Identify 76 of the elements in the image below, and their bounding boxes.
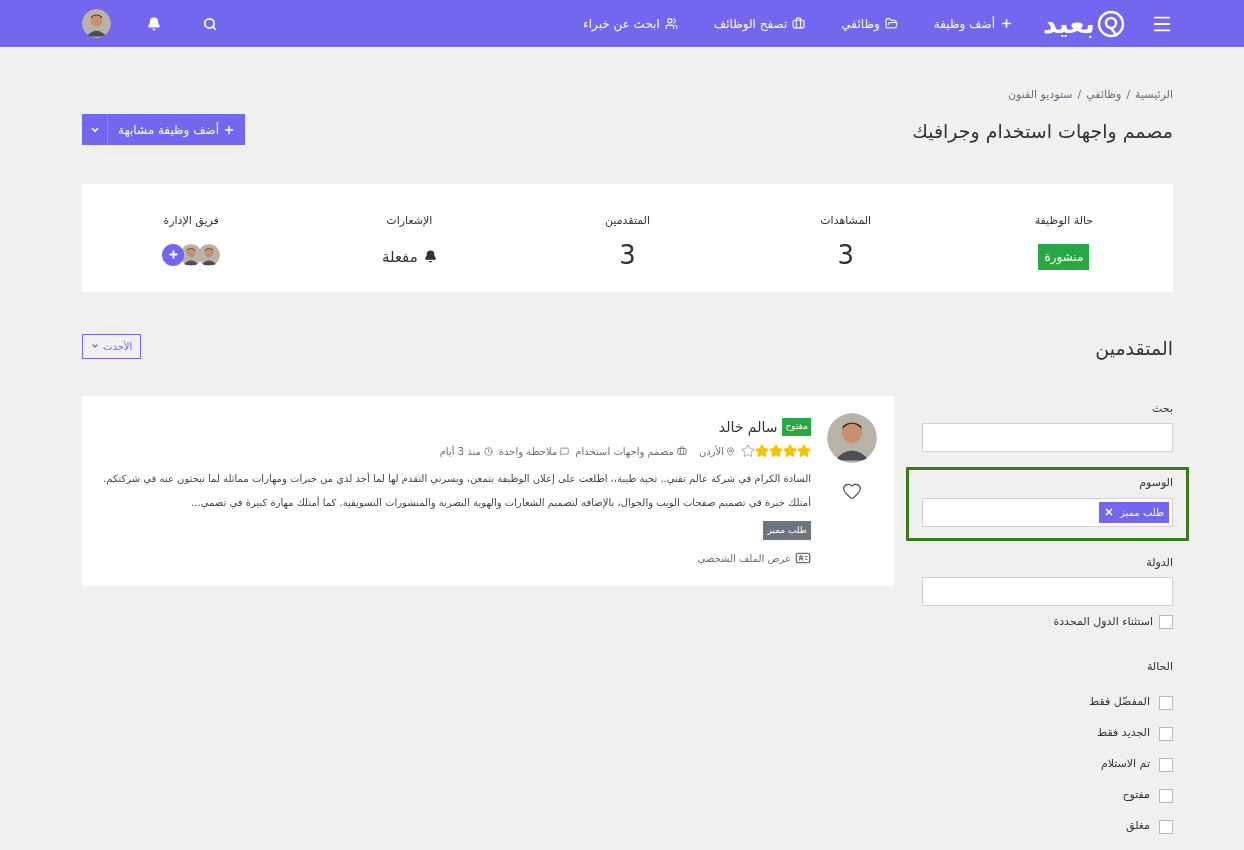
cover-letter: السادة الكرام في شركة عالم تقني.. تحية طيبة،، اطلعت على إعلان الوظيفة بتمعن، ويسرني التقدم لها لما أجد لدي من خبرات ومهارات مماثلة لما تبحثون عنه في شركتكم. أمتلك خبرة في تصميم صفحات الويب والجوال، بالإضافة لتصميم الشعارات والهوية البصرية والمنشورات التسويقية. كما أمتلك مهارة كبيرة في تصمي... [102,471,811,511]
tag-chip: طلب مميز [1099,501,1169,523]
stat-label: المتقدمين [605,213,650,229]
stat-label: الإشعارات [386,213,433,229]
star-icon [769,444,783,458]
stat-label: فريق الإدارة [163,213,219,229]
location-pin-icon [726,446,735,456]
field-label: الوسوم [1138,475,1173,491]
checkbox[interactable] [1159,726,1173,741]
breadcrumb-separator: / [1077,87,1082,103]
logo-text[interactable]: بعيد [1043,10,1095,37]
field-label: بحث [1151,400,1173,417]
stat-value: 3 [837,239,854,270]
star-icon [783,444,797,458]
checkbox-label: مغلق [1126,818,1150,835]
stat-value: 3 [619,239,636,270]
checkbox-label: المفضّل فقط [1089,694,1150,711]
applicant-country: الأردن [698,444,724,459]
nav-link[interactable]: ابحث عن خبراء [583,14,678,33]
avatar [827,412,877,463]
plus-icon [223,123,236,136]
group-heading: الحالة [1145,658,1173,675]
plus-icon [1000,17,1013,30]
stat-label: حالة الوظيفة [1034,213,1094,229]
breadcrumb-link[interactable]: وظائفي [1086,87,1122,104]
sort-button[interactable]: الأحدث [82,333,142,359]
briefcase-icon [676,446,687,456]
search-icon[interactable] [203,16,217,31]
input-field[interactable] [922,577,1173,606]
checkbox-label: الجديد فقط [1097,725,1150,742]
breadcrumb-link[interactable]: الرئيسية [1135,87,1173,104]
checkbox[interactable] [1159,695,1173,710]
applicant-job: مصمم واجهات استخدام [575,444,674,459]
avatar [180,243,203,266]
checkbox[interactable] [1159,788,1173,803]
star-icon [797,444,811,458]
avatar [82,9,111,38]
input-field[interactable] [922,423,1173,452]
folder-icon [884,17,898,30]
bell-icon[interactable] [147,16,161,31]
section-heading: المتقدمين [1095,336,1173,362]
breadcrumb-link[interactable]: ستوديو الفنون [1008,87,1073,104]
clock-icon [483,446,493,456]
star-icon [755,444,769,458]
profile-link[interactable]: عرض الملف الشخصي [96,550,811,566]
status-badge: منشورة [1038,243,1090,270]
nav-link[interactable]: وظائفي [841,14,898,33]
checkbox-label: استثناء الدول المحددة [1053,614,1153,630]
page-title: مصمم واجهات استخدام وجرافيك [912,118,1173,145]
briefcase-icon [792,17,806,30]
checkbox-label: مفتوح [1122,787,1150,804]
avatar [198,243,221,266]
add-member-button[interactable] [162,243,185,266]
nav-link[interactable]: أضف وظيفة [933,14,1013,33]
comment-icon [560,446,570,456]
checkbox[interactable] [1159,615,1173,630]
checkbox[interactable] [1159,819,1173,834]
applicant-name[interactable]: سالم خالد [718,416,778,438]
nav-link[interactable]: تصفح الوظائف [713,14,806,33]
stat-value: مفعلة [381,246,418,268]
applied-time: منذ 3 أيام [439,444,481,459]
checkbox[interactable] [1159,757,1173,772]
tag-badge: طلب مميز [763,520,811,540]
field-label: الدولة [1145,554,1173,571]
breadcrumb-separator: / [1126,87,1131,103]
plus-icon [167,249,179,260]
input-field[interactable]: طلب مميز [922,497,1173,527]
logo-icon [1097,9,1125,38]
notes-count: ملاحظة واحدة [498,444,558,459]
id-card-icon [795,550,811,566]
status-badge: مفتوح [782,418,811,436]
stat-label: المشاهدات [820,213,872,229]
remove-icon[interactable] [1104,507,1115,517]
checkbox-label: تم الاستلام [1100,756,1150,773]
bell-icon [423,250,437,264]
users-icon [664,17,678,30]
